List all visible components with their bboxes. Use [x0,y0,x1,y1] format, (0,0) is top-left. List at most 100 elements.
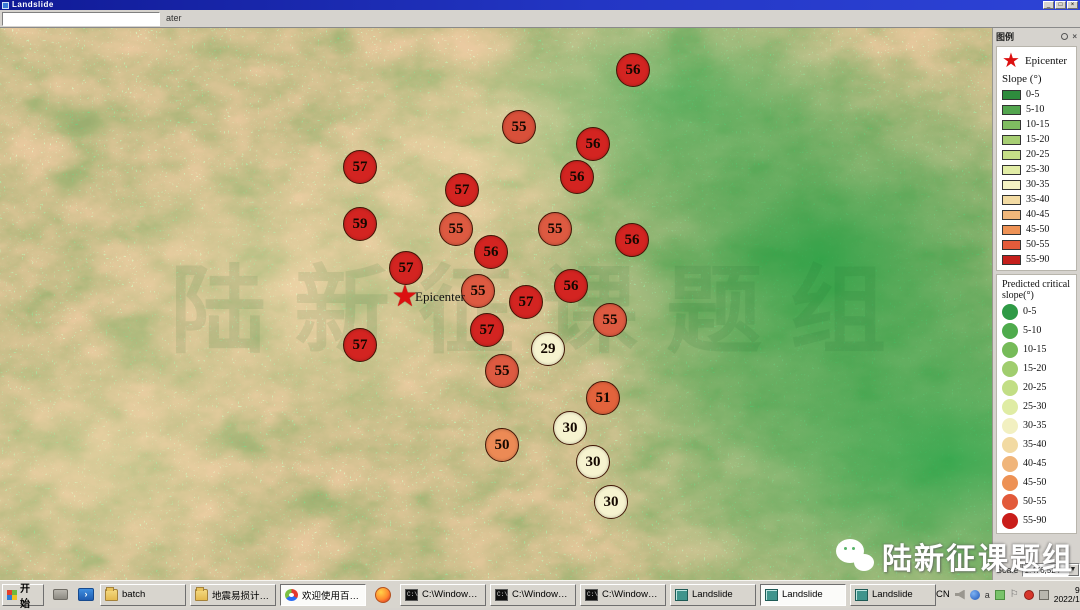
app-icon [765,589,778,601]
slope-marker[interactable]: 55 [485,354,519,388]
firefox-icon[interactable] [370,584,396,606]
slope-marker[interactable]: 50 [485,428,519,462]
slope-marker[interactable]: 55 [461,274,495,308]
legend-item-label: 0-5 [1026,89,1039,100]
slope-marker[interactable]: 57 [343,150,377,184]
slope-marker[interactable]: 56 [576,127,610,161]
slope-marker[interactable]: 55 [593,303,627,337]
powershell-icon[interactable]: › [76,585,96,605]
firefox-icon [375,587,391,603]
legend-circle-swatch [1002,475,1018,491]
taskbar-button-folder[interactable]: batch [100,584,186,606]
tray-app-icon[interactable] [970,590,980,600]
map-canvas[interactable]: 陆新征课题组 565556575657595555565657565557555… [0,28,1080,580]
legend-epicenter-label: Epicenter [1025,55,1067,67]
slope-marker[interactable]: 55 [538,212,572,246]
slope-marker[interactable]: 59 [343,207,377,241]
toolbar-input[interactable] [2,12,160,26]
tray-green-icon[interactable] [995,590,1005,600]
slope-marker[interactable]: 56 [474,235,508,269]
taskbar-button-cmd[interactable]: C:\C:\Windows\syst... [490,584,576,606]
legend-item-label: 15-20 [1023,363,1046,374]
slope-marker[interactable]: 55 [502,110,536,144]
slope-legend-item: 25-30 [1002,162,1071,177]
legend-item-label: 30-35 [1023,420,1046,431]
maximize-button[interactable]: □ [1055,1,1066,9]
taskbar-button-cmd[interactable]: C:\C:\Windows\syst... [580,584,666,606]
critical-legend-item: 15-20 [1002,359,1071,378]
legend-item-label: 25-30 [1026,164,1049,175]
legend-swatch [1002,165,1021,175]
taskbar-button-app[interactable]: Landslide [850,584,936,606]
quick-launch-device-icon[interactable] [50,585,70,605]
pin-icon[interactable] [1061,33,1068,40]
app-icon [2,2,9,9]
critical-legend-item: 55-90 [1002,511,1071,530]
toolbar: ater [0,10,1080,28]
taskbar-button-app[interactable]: Landslide [670,584,756,606]
taskbar-button-label: Landslide [872,589,913,600]
legend-circle-swatch [1002,418,1018,434]
minimize-button[interactable]: _ [1043,1,1054,9]
cmd-icon: C:\ [405,589,418,601]
taskbar-button-cmd[interactable]: C:\C:\Windows\syst... [400,584,486,606]
legend-swatch [1002,225,1021,235]
tray-record-icon[interactable] [1024,590,1034,600]
legend-swatch [1002,195,1021,205]
slope-marker[interactable]: 30 [553,411,587,445]
volume-icon[interactable] [955,590,965,600]
slope-marker[interactable]: 57 [445,173,479,207]
slope-legend-item: 50-55 [1002,237,1071,252]
critical-legend-item: 45-50 [1002,473,1071,492]
slope-marker[interactable]: 51 [586,381,620,415]
start-button[interactable]: 开始 [2,584,44,606]
slope-marker[interactable]: 57 [470,313,504,347]
language-indicator[interactable]: CN [936,589,950,600]
slope-marker[interactable]: 56 [560,160,594,194]
legend-swatch [1002,210,1021,220]
critical-legend-item: 40-45 [1002,454,1071,473]
taskbar-button-label: 欢迎使用百度网盘 [302,588,361,602]
slope-legend-item: 35-40 [1002,192,1071,207]
legend-circle-swatch [1002,456,1018,472]
critical-legend-item: 10-15 [1002,340,1071,359]
toolbar-label: ater [166,13,182,23]
legend-swatch [1002,105,1021,115]
slope-marker[interactable]: 57 [343,328,377,362]
action-center-flag-icon[interactable]: ⚐ [1010,590,1019,600]
taskbar-button-folder[interactable]: 地震易损计算程... [190,584,276,606]
slope-legend-item: 10-15 [1002,117,1071,132]
slope-legend-item: 40-45 [1002,207,1071,222]
slope-marker[interactable]: 57 [509,285,543,319]
close-button[interactable]: × [1067,1,1078,9]
tray-text-icon[interactable]: a [985,590,990,600]
panel-close-icon[interactable]: × [1072,32,1077,41]
legend-swatch [1002,240,1021,250]
slope-legend: ★ Epicenter Slope (°) 0-55-1010-1515-202… [996,46,1077,271]
slope-legend-item: 5-10 [1002,102,1071,117]
slope-marker[interactable]: 56 [615,223,649,257]
legend-circle-swatch [1002,342,1018,358]
clock[interactable]: 9:14 2022/10/3 [1054,586,1080,604]
folder-icon [195,589,208,601]
slope-marker[interactable]: 30 [594,485,628,519]
taskbar-button-label: Landslide [692,589,733,600]
legend-item-label: 50-55 [1026,239,1049,250]
slope-marker[interactable]: 56 [554,269,588,303]
window-titlebar[interactable]: Landslide _ □ × [0,0,1080,10]
slope-marker[interactable]: 55 [439,212,473,246]
brand-watermark-text: 陆新征课题组 [882,534,1074,578]
legend-item-label: 35-40 [1026,194,1049,205]
slope-marker[interactable]: 29 [531,332,565,366]
network-icon[interactable] [1039,590,1049,600]
critical-legend-item: 0-5 [1002,302,1071,321]
slope-marker[interactable]: 56 [616,53,650,87]
legend-swatch [1002,90,1021,100]
taskbar-button-netdisk[interactable]: 欢迎使用百度网盘 [280,584,366,606]
slope-legend-item: 45-50 [1002,222,1071,237]
slope-marker[interactable]: 30 [576,445,610,479]
slope-legend-item: 15-20 [1002,132,1071,147]
taskbar-button-app[interactable]: Landslide [760,584,846,606]
legend-item-label: 5-10 [1023,325,1041,336]
legend-circle-swatch [1002,513,1018,529]
